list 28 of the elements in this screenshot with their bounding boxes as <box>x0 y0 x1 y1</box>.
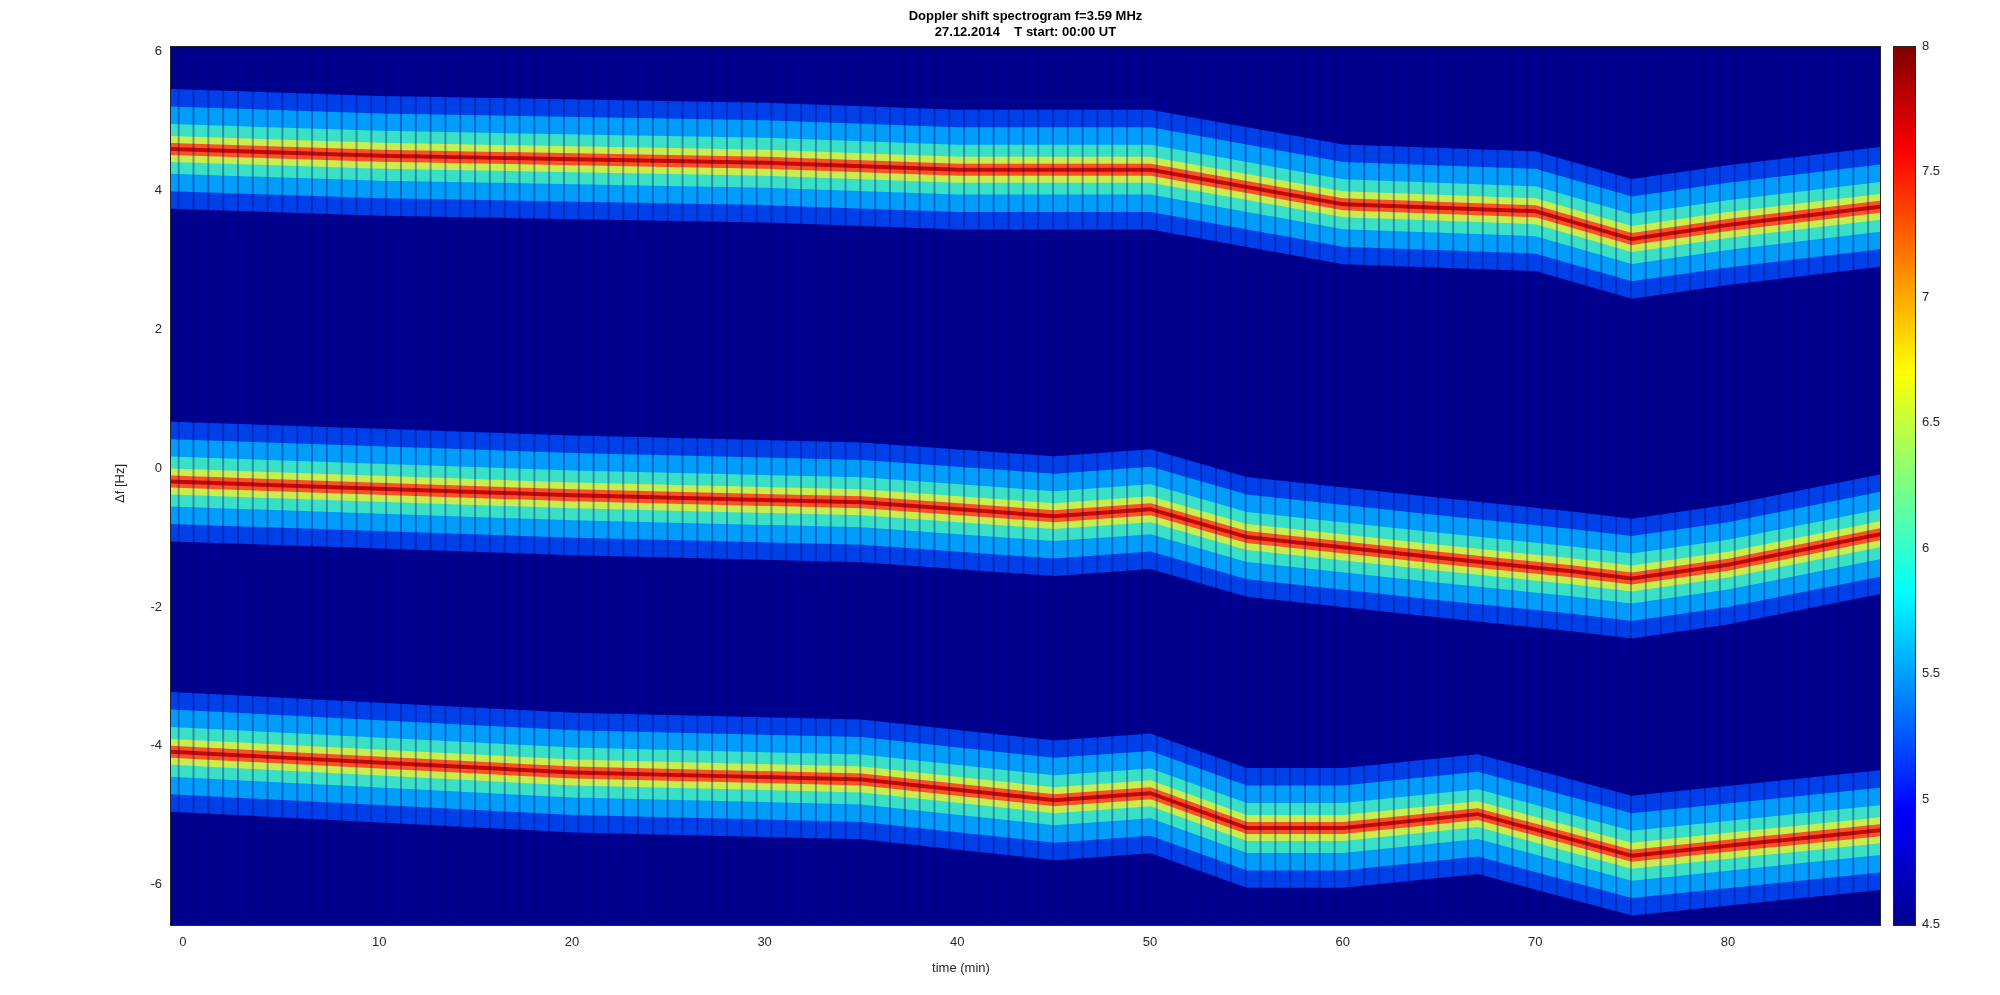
x-tick-label: 70 <box>1528 934 1543 949</box>
x-axis-label: time (min) <box>932 960 990 975</box>
plot-title: 27.12.2014 T start: 00:00 UT <box>934 24 1117 40</box>
colorbar-tick-label: 8 <box>1922 38 1930 53</box>
y-tick-label: 2 <box>154 320 162 336</box>
x-tick-label: 50 <box>1142 934 1158 949</box>
y-tick-label: -2 <box>150 598 162 614</box>
x-tick-label: 40 <box>950 934 965 949</box>
x-tick-label: 0 <box>179 934 187 949</box>
colorbar-tick-label: 7 <box>1922 288 1930 304</box>
y-axis-label: Δf [Hz] <box>112 464 127 503</box>
x-tick-label: 60 <box>1335 934 1350 949</box>
colorbar-tick-label: 5 <box>1922 790 1930 806</box>
x-tick-label: 30 <box>757 934 772 949</box>
colorbar-tick-label: 6 <box>1922 539 1930 555</box>
y-tick-label: 0 <box>154 459 162 475</box>
y-tick-label: -4 <box>150 737 162 753</box>
colorbar-tick-label: 6.5 <box>1922 414 1941 430</box>
y-tick-label: 6 <box>154 42 162 58</box>
x-tick-label: 10 <box>372 934 387 949</box>
colorbar-tick-label: 7.5 <box>1922 163 1941 179</box>
y-tick-label: 4 <box>154 181 162 197</box>
plot-title: Doppler shift spectrogram f=3.59 MHz <box>908 8 1143 24</box>
y-tick-label: -6 <box>150 876 162 892</box>
x-tick-label: 80 <box>1720 934 1736 949</box>
colorbar-tick-label: 5.5 <box>1922 665 1941 681</box>
colorbar-tick-label: 4.5 <box>1922 916 1941 931</box>
x-tick-label: 20 <box>564 934 580 949</box>
